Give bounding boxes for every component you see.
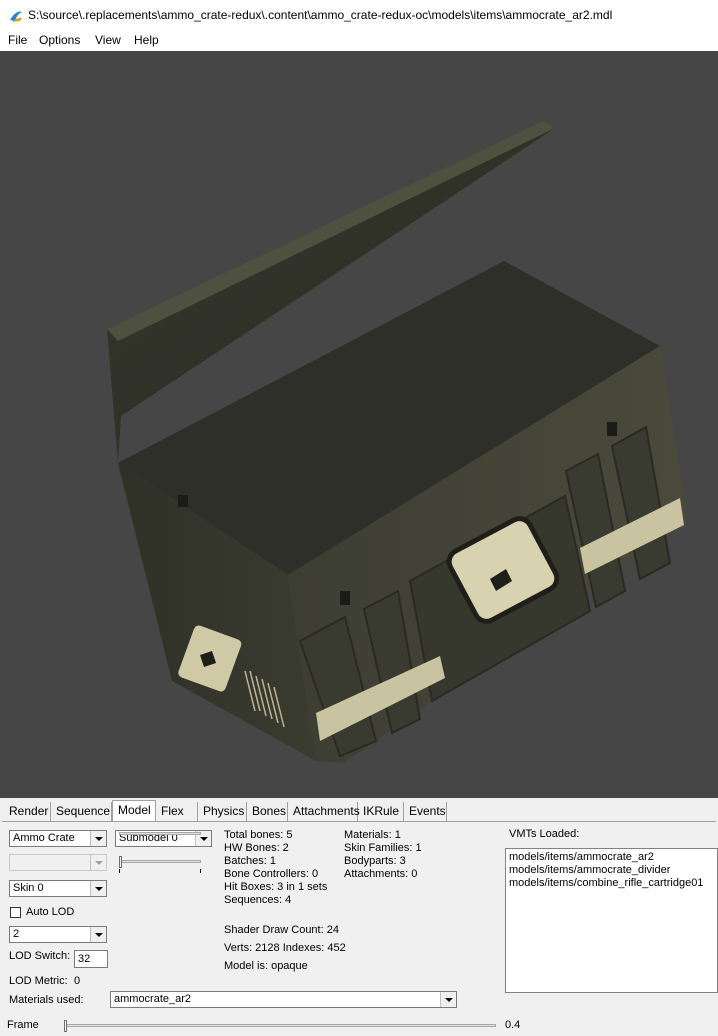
tab-physics[interactable]: Physics xyxy=(198,802,247,821)
menu-view[interactable]: View xyxy=(95,33,121,47)
submodel-slider-thumb[interactable] xyxy=(119,856,122,868)
chevron-down-icon xyxy=(90,831,106,846)
menu-help[interactable]: Help xyxy=(134,33,159,47)
tab-attachments[interactable]: Attachments xyxy=(288,802,360,821)
bodypart-combo-value: Ammo Crate xyxy=(13,832,75,844)
tab-events[interactable]: Events xyxy=(404,802,447,821)
vmts-list[interactable]: models/items/ammocrate_ar2 models/items/… xyxy=(505,848,718,993)
stat-model-is: Model is: opaque xyxy=(224,960,308,972)
auto-lod-label: Auto LOD xyxy=(26,906,75,918)
vmts-loaded-label: VMTs Loaded: xyxy=(509,828,580,840)
tab-model[interactable]: Model xyxy=(112,800,156,822)
skin-combo-value: Skin 0 xyxy=(13,882,44,894)
stat-shader-draw-count: Shader Draw Count: 24 xyxy=(224,924,339,936)
menu-options[interactable]: Options xyxy=(39,33,80,47)
materials-used-value: ammocrate_ar2 xyxy=(114,993,192,1005)
stat-bodyparts: Bodyparts: 3 xyxy=(344,855,406,867)
model-viewport[interactable] xyxy=(0,51,718,798)
stat-bone-controllers: Bone Controllers: 0 xyxy=(224,868,319,880)
slider-tick xyxy=(200,869,201,873)
lod-switch-input[interactable]: 32 xyxy=(74,950,108,968)
tab-sequence[interactable]: Sequence xyxy=(51,802,112,821)
menu-file[interactable]: File xyxy=(8,33,27,47)
submodel-slider-track xyxy=(119,832,201,835)
frame-label: Frame xyxy=(7,1019,39,1031)
chevron-down-icon xyxy=(90,927,106,942)
lod-switch-label: LOD Switch: xyxy=(9,950,71,962)
lod-combo-value: 2 xyxy=(13,928,20,940)
stat-materials: Materials: 1 xyxy=(344,829,401,841)
stat-skin-families: Skin Families: 1 xyxy=(344,842,422,854)
lod-metric-value: 0 xyxy=(74,975,81,987)
submodel-slider[interactable] xyxy=(119,860,201,863)
tab-bones[interactable]: Bones xyxy=(247,802,288,821)
lod-combo[interactable]: 2 xyxy=(9,926,107,943)
chevron-down-icon xyxy=(90,855,106,870)
list-item[interactable]: models/items/ammocrate_ar2 xyxy=(509,851,654,863)
frame-slider[interactable] xyxy=(64,1024,496,1027)
stat-hit-boxes: Hit Boxes: 3 in 1 sets xyxy=(224,881,328,893)
frame-slider-thumb[interactable] xyxy=(64,1020,67,1032)
tab-flex[interactable]: Flex xyxy=(156,802,198,821)
list-item[interactable]: models/items/ammocrate_divider xyxy=(509,864,670,876)
tab-render[interactable]: Render xyxy=(4,802,51,821)
stat-sequences: Sequences: 4 xyxy=(224,894,292,906)
ammo-crate-model-render xyxy=(107,121,688,763)
list-item[interactable]: models/items/combine_rifle_cartridge01 xyxy=(509,877,703,889)
stat-verts-indexes: Verts: 2128 Indexes: 452 xyxy=(224,942,346,954)
skin-combo[interactable]: Skin 0 xyxy=(9,880,107,897)
stat-batches: Batches: 1 xyxy=(224,855,276,867)
auto-lod-checkbox[interactable] xyxy=(10,907,21,918)
chevron-down-icon xyxy=(90,881,106,896)
bodypart-combo[interactable]: Ammo Crate xyxy=(9,830,107,847)
stat-attachments: Attachments: 0 xyxy=(344,868,418,880)
chevron-down-icon xyxy=(440,992,456,1007)
stat-total-bones: Total bones: 5 xyxy=(224,829,293,841)
stat-hw-bones: HW Bones: 2 xyxy=(224,842,289,854)
lod-metric-label: LOD Metric: xyxy=(9,975,68,987)
slider-tick xyxy=(119,869,120,873)
hlmv-app-icon xyxy=(10,11,22,22)
disabled-combo xyxy=(9,854,107,871)
materials-used-label: Materials used: xyxy=(9,994,84,1006)
materials-used-combo[interactable]: ammocrate_ar2 xyxy=(110,991,457,1008)
window-title: S:\source\.replacements\ammo_crate-redux… xyxy=(28,8,613,22)
tab-ikrule[interactable]: IKRule xyxy=(358,802,404,821)
frame-value: 0.4 xyxy=(505,1019,521,1031)
